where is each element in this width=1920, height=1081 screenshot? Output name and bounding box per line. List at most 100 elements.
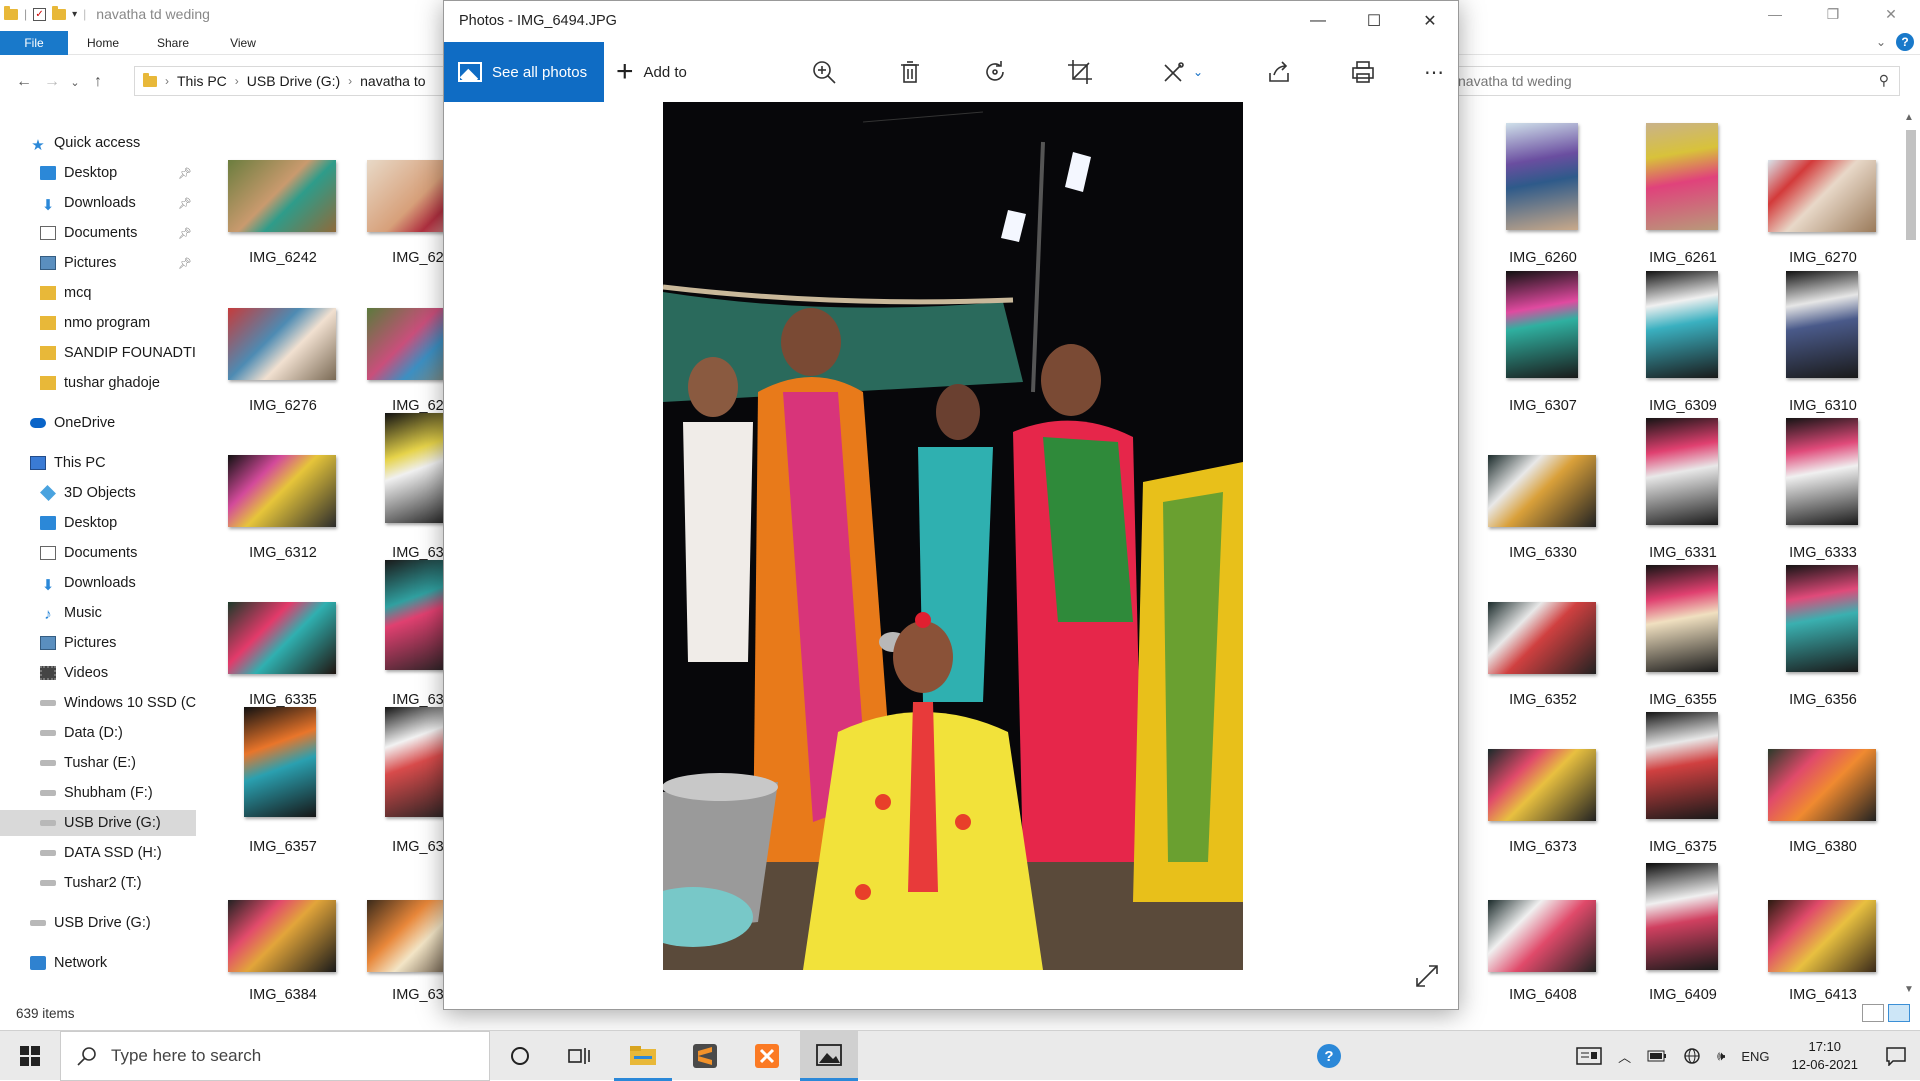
tab-share[interactable]: Share [138,36,208,50]
action-center-icon[interactable] [1872,1046,1920,1066]
status-item-count: 639 items [16,1006,75,1021]
print-icon[interactable] [1347,56,1379,88]
clock-date: 12-06-2021 [1791,1057,1859,1072]
large-icons-view-icon[interactable] [1888,1004,1910,1022]
properties-check-icon[interactable]: ✓ [33,7,47,21]
nav-qa-desktop[interactable]: Desktop 📌︎ [0,160,196,186]
search-placeholder: navatha td weding [1458,73,1572,89]
share-icon[interactable] [1263,56,1295,88]
details-view-icon[interactable] [1862,1004,1884,1022]
photos-taskbar-button[interactable] [800,1031,858,1081]
tab-home[interactable]: Home [68,36,138,50]
rotate-icon[interactable] [979,56,1011,88]
tab-file[interactable]: File [0,30,68,55]
photos-app-window: Photos - IMG_6494.JPG — ☐ ✕ See all phot… [443,0,1459,1010]
nav-drive-g[interactable]: USB Drive (G:) [0,810,196,836]
recent-locations-icon[interactable]: ⌄ [66,76,84,89]
photo-thumbnail [1768,900,1876,972]
nav-qa-sandip[interactable]: SANDIP FOUNADTI( [0,340,196,366]
back-arrow-icon[interactable]: ← [10,73,38,91]
clock[interactable]: 17:10 12-06-2021 [1778,1038,1873,1074]
customize-toolbar-dropdown-icon[interactable]: ▾ [72,9,77,20]
nav-qa-mcq[interactable]: mcq [0,280,196,306]
windows-logo-icon [20,1046,40,1066]
nav-qa-pictures[interactable]: Pictures 📌︎ [0,250,196,276]
scrollbar-thumb[interactable] [1906,130,1916,240]
zoom-in-icon[interactable] [808,56,840,88]
add-to-button[interactable]: + Add to [616,42,687,102]
search-box[interactable]: navatha td weding ⚲ [1447,66,1900,96]
minimize-button[interactable]: — [1746,0,1804,28]
more-options-icon[interactable]: ⋯ [1418,56,1450,88]
chevron-up-icon[interactable]: ︿ [1610,1047,1639,1066]
news-widget-icon[interactable] [1568,1047,1610,1065]
tab-view[interactable]: View [208,36,278,50]
nav-this-pc[interactable]: This PC [0,450,196,476]
sublime-text-taskbar-button[interactable] [676,1031,734,1081]
nav-drive-e[interactable]: Tushar (E:) [0,750,196,776]
up-arrow-icon[interactable]: ↑ [84,73,112,91]
photo-thumbnail [1488,455,1596,527]
nav-documents[interactable]: Documents [0,540,196,566]
nav-onedrive[interactable]: OneDrive [0,410,196,436]
full-screen-icon[interactable] [1414,963,1440,989]
nav-desktop[interactable]: Desktop [0,510,196,536]
volume-icon[interactable]: 🕪︎ [1709,1048,1733,1064]
nav-drive-t[interactable]: Tushar2 (T:) [0,870,196,896]
nav-music[interactable]: ♪ Music [0,600,196,626]
displayed-photo[interactable] [663,102,1243,970]
address-box[interactable]: › This PC › USB Drive (G:) › navatha to [134,66,454,96]
nav-drive-h[interactable]: DATA SSD (H:) [0,840,196,866]
restore-button[interactable]: ❐ [1804,0,1862,28]
nav-drive-f[interactable]: Shubham (F:) [0,780,196,806]
file-explorer-taskbar-button[interactable] [614,1031,672,1081]
nav-qa-downloads[interactable]: ⬇ Downloads 📌︎ [0,190,196,216]
folder-icon [40,286,56,300]
new-folder-icon[interactable] [52,5,67,20]
taskbar-search-box[interactable]: Type here to search [60,1031,490,1081]
crop-icon[interactable] [1064,56,1096,88]
forward-arrow-icon[interactable]: → [38,73,66,91]
cortana-button[interactable] [491,1031,549,1081]
minimize-button[interactable]: — [1290,1,1346,41]
download-icon: ⬇ [41,577,55,594]
photo-thumbnail [228,602,336,674]
cube-icon [40,485,56,501]
help-icon[interactable]: ? [1896,33,1914,51]
maximize-button[interactable]: ☐ [1346,1,1402,41]
nav-qa-tushar[interactable]: tushar ghadoje [0,370,196,396]
nav-qa-nmo-program[interactable]: nmo program [0,310,196,336]
desktop-icon [40,516,56,530]
delete-icon[interactable] [894,56,926,88]
close-button[interactable]: ✕ [1402,1,1458,41]
nav-qa-documents[interactable]: Documents 📌︎ [0,220,196,246]
vertical-scrollbar[interactable]: ▲ ▼ [1900,110,1920,1000]
see-all-photos-button[interactable]: See all photos [444,42,604,102]
network-globe-icon[interactable] [1675,1047,1709,1065]
nav-3d-objects[interactable]: 3D Objects [0,480,196,506]
task-view-button[interactable] [550,1031,608,1081]
expand-ribbon-icon[interactable]: ⌄ [1876,35,1886,49]
nav-drive-d[interactable]: Data (D:) [0,720,196,746]
nav-network[interactable]: Network [0,950,196,976]
xampp-taskbar-button[interactable] [738,1031,796,1081]
breadcrumb-this-pc[interactable]: This PC [177,73,227,89]
edit-create-icon[interactable]: ⌄ [1161,56,1217,88]
scroll-down-icon[interactable]: ▼ [1904,984,1914,995]
nav-drive-c[interactable]: Windows 10 SSD (C [0,690,196,716]
close-button[interactable]: ✕ [1862,0,1920,28]
nav-quick-access[interactable]: ★ Quick access [0,130,196,156]
pin-icon: 📌︎ [178,197,192,210]
battery-icon[interactable] [1639,1050,1675,1062]
nav-pictures[interactable]: Pictures [0,630,196,656]
help-assistant-button[interactable]: ? [1300,1031,1358,1081]
start-button[interactable] [0,1031,60,1081]
navigation-pane: ★ Quick access Desktop 📌︎ ⬇ Downloads 📌︎ Doc… [0,130,196,1000]
breadcrumb-folder[interactable]: navatha to [360,73,425,89]
nav-downloads[interactable]: ⬇ Downloads [0,570,196,596]
breadcrumb-usb-drive[interactable]: USB Drive (G:) [247,73,340,89]
language-indicator[interactable]: ENG [1733,1049,1777,1064]
nav-usb-drive[interactable]: USB Drive (G:) [0,910,196,936]
nav-videos[interactable]: Videos [0,660,196,686]
scroll-up-icon[interactable]: ▲ [1904,112,1914,123]
